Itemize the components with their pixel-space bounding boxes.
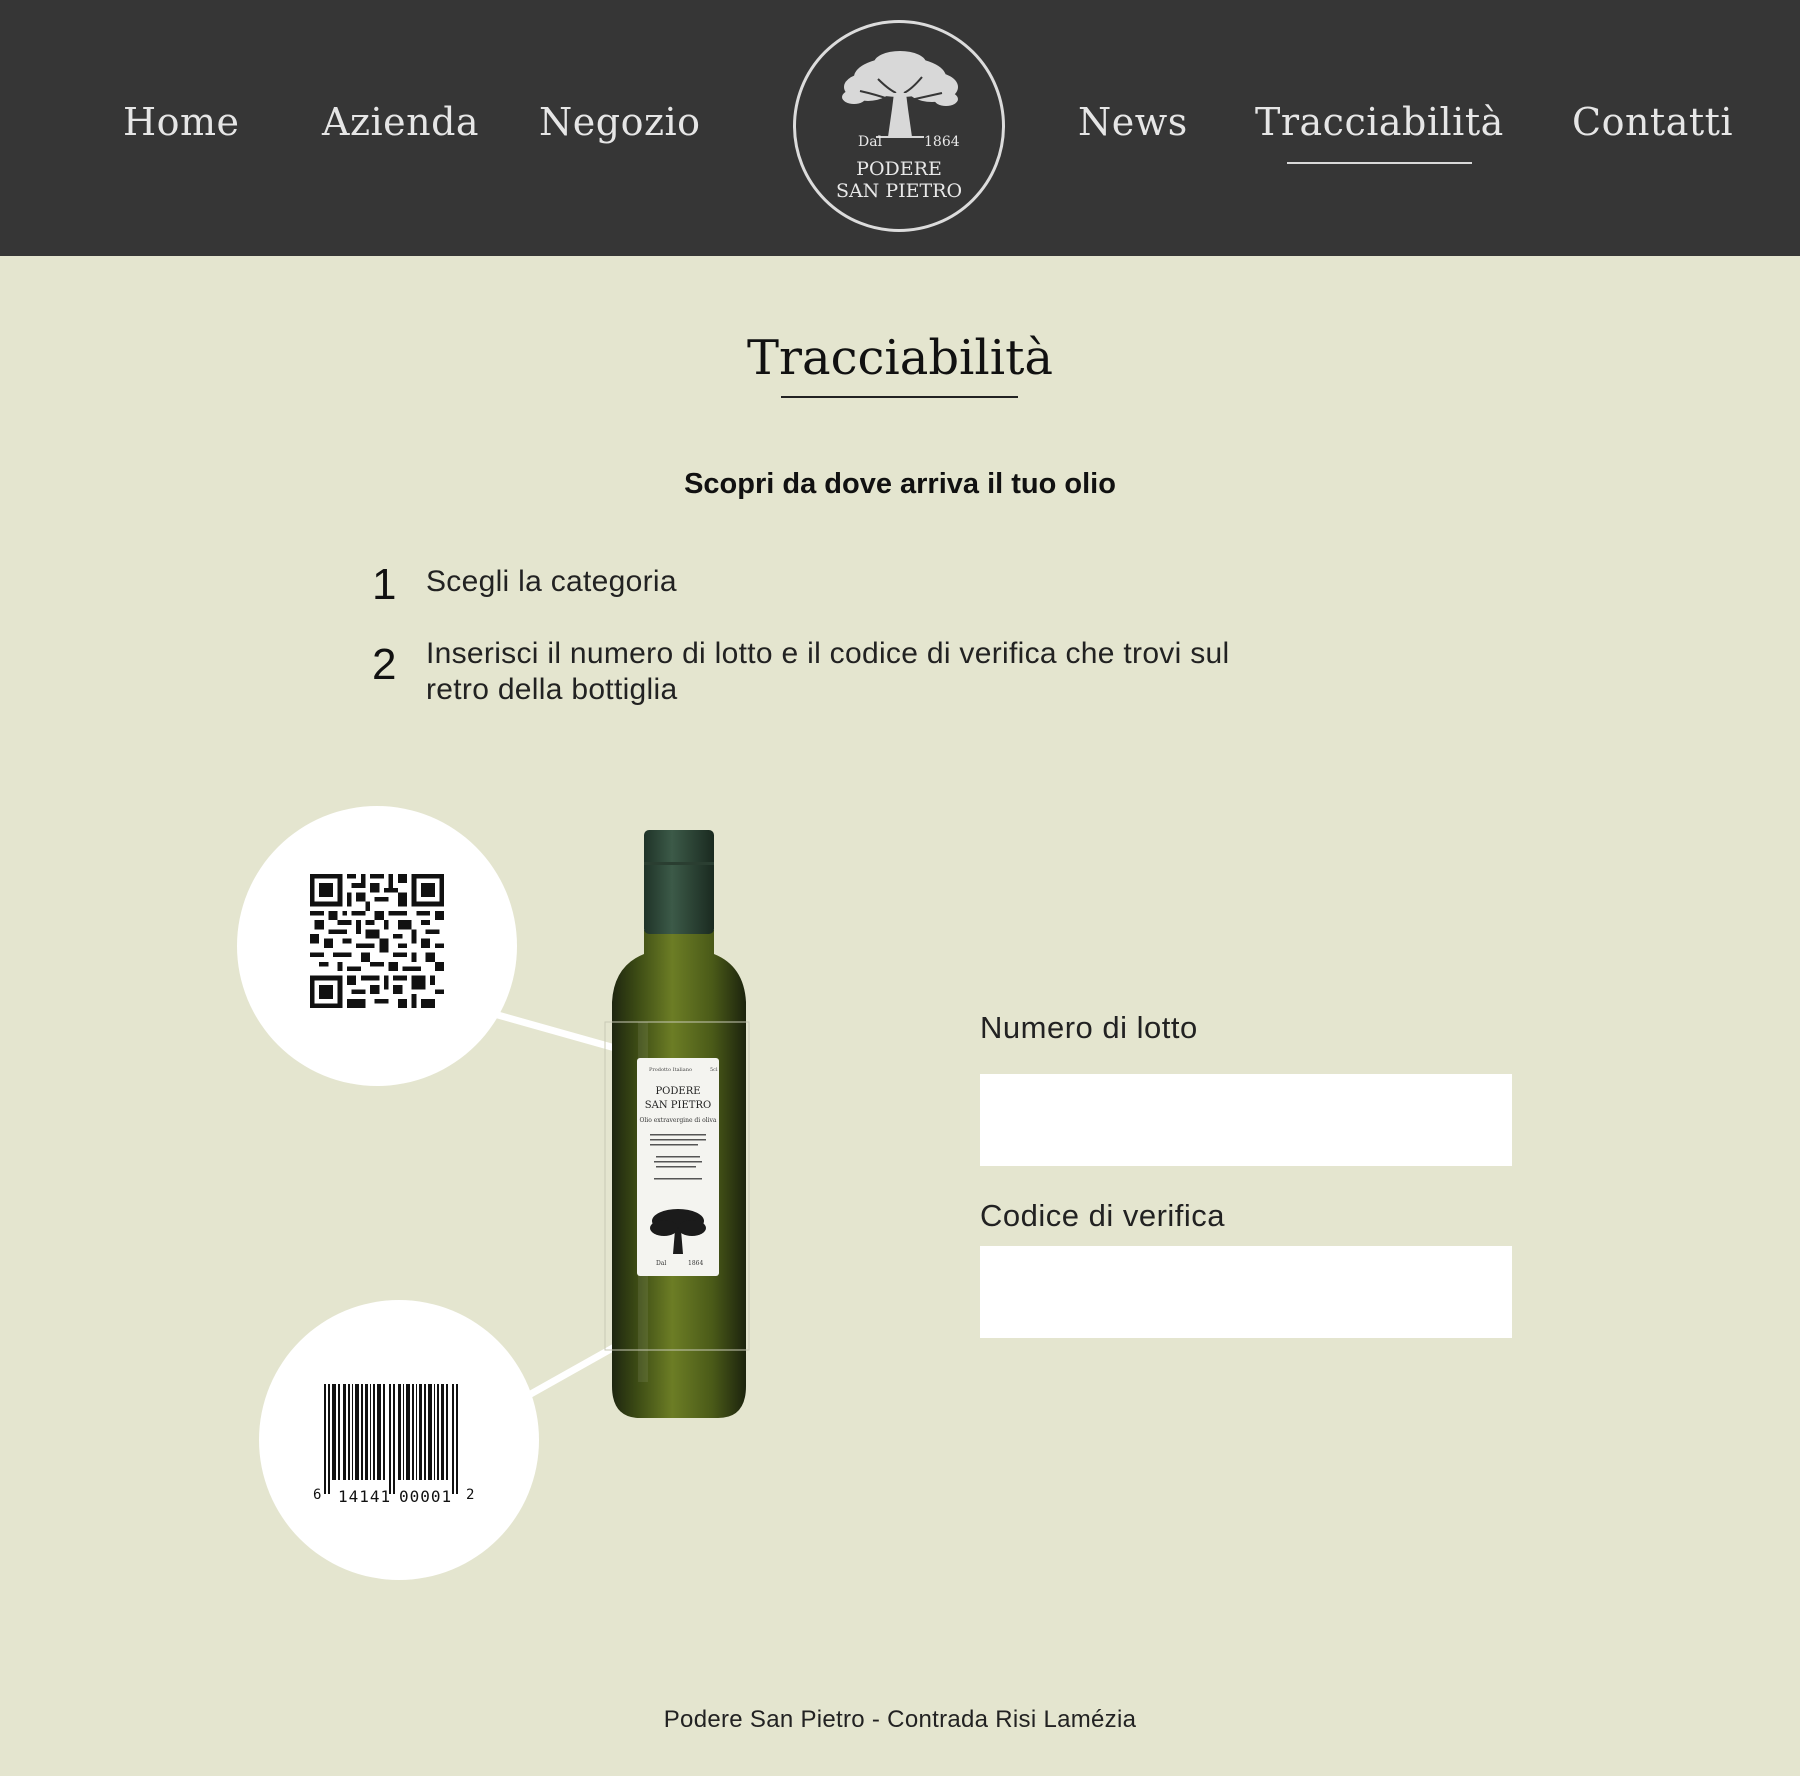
label-brand-1: PODERE bbox=[655, 1086, 701, 1097]
barcode-digit-last: 2 bbox=[466, 1487, 475, 1503]
barcode-digits-right: 00001 bbox=[399, 1487, 453, 1506]
label-year: 1864 bbox=[688, 1260, 704, 1267]
label-volume: 5cl bbox=[710, 1067, 718, 1073]
barcode-digit-first: 6 bbox=[313, 1487, 322, 1503]
label-product: Olio extravergine di oliva bbox=[639, 1117, 717, 1124]
label-brand-2: SAN PIETRO bbox=[644, 1100, 712, 1111]
barcode-icon bbox=[324, 1384, 458, 1494]
lot-number-input[interactable] bbox=[980, 1074, 1512, 1166]
footer-address: Podere San Pietro - Contrada Risi Lamézi… bbox=[663, 1706, 1137, 1733]
qr-code-circle bbox=[237, 806, 517, 1086]
verification-code-label: Codice di verifica bbox=[980, 1198, 1226, 1233]
olive-oil-bottle: Prodotto Italiano 5cl PODERE SAN PIETRO … bbox=[600, 826, 760, 1421]
qr-code-icon bbox=[310, 874, 444, 1008]
label-origin: Prodotto Italiano bbox=[649, 1067, 692, 1073]
barcode-circle: 6 14141 00001 2 bbox=[259, 1300, 539, 1580]
label-dal: Dal bbox=[656, 1260, 667, 1267]
barcode-digits-left: 14141 bbox=[338, 1487, 392, 1506]
verification-code-input[interactable] bbox=[980, 1246, 1512, 1338]
lot-number-label: Numero di lotto bbox=[980, 1010, 1198, 1045]
